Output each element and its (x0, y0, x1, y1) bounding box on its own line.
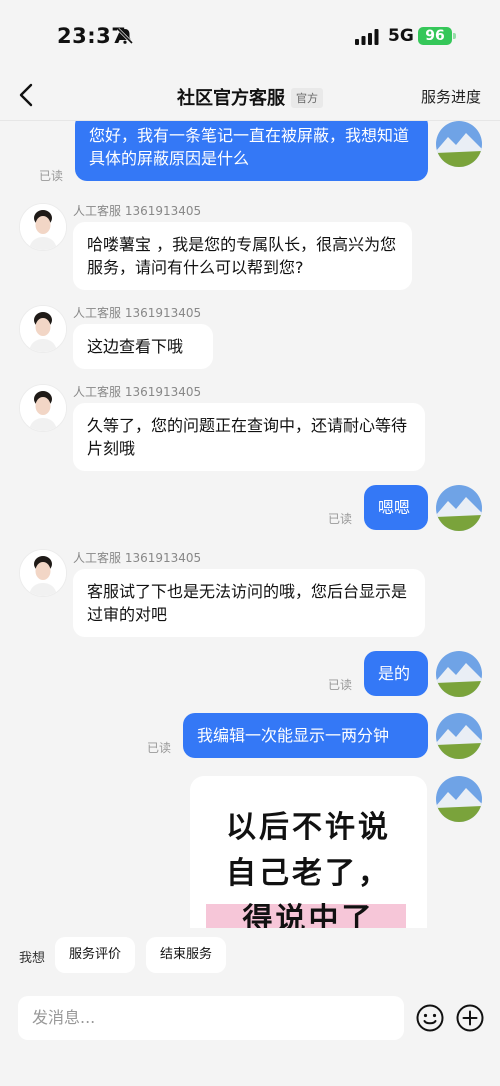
service-progress-button[interactable]: 服务进度 (421, 86, 481, 107)
user-avatar[interactable] (436, 121, 482, 167)
message-bubble-incoming[interactable]: 客服试了下也是无法访问的哦，您后台显示是过审的对吧 (73, 569, 425, 637)
message-bubble-outgoing[interactable]: 我编辑一次能显示一两分钟 (183, 713, 428, 758)
battery-tip (453, 33, 456, 39)
read-receipt: 已读 (39, 169, 64, 183)
message-bubble-incoming[interactable]: 这边查看下哦 (73, 324, 213, 369)
nav-bar: 社区官方客服 官方 服务进度 (0, 70, 500, 121)
agent-portrait-image (20, 306, 66, 352)
landscape-avatar-image (436, 713, 482, 759)
sender-label: 人工客服 1361913405 (73, 204, 202, 218)
agent-avatar[interactable] (19, 384, 67, 432)
agent-portrait-image (20, 204, 66, 250)
network-type: 5G (388, 26, 414, 46)
sticker-text-line: 以后不许说 (226, 810, 391, 845)
landscape-avatar-image (436, 485, 482, 531)
agent-avatar[interactable] (19, 203, 67, 251)
sender-label: 人工客服 1361913405 (73, 551, 202, 565)
user-avatar[interactable] (436, 651, 482, 697)
sender-label: 人工客服 1361913405 (73, 385, 202, 399)
emoji-icon[interactable] (415, 1003, 445, 1033)
plus-icon[interactable] (455, 1003, 485, 1033)
official-badge: 官方 (291, 88, 323, 108)
page-title: 社区官方客服 (177, 88, 285, 109)
quick-action-label: 我想 (19, 951, 46, 966)
message-bubble-outgoing[interactable]: 是的 (364, 651, 428, 696)
chat-list[interactable]: 已读 您好，我有一条笔记一直在被屏蔽，我想知道具体的屏蔽原因是什么 人工客服 1… (0, 121, 500, 931)
message-bubble-outgoing[interactable]: 您好，我有一条笔记一直在被屏蔽，我想知道具体的屏蔽原因是什么 (75, 121, 428, 181)
sticker-text-line: 得说中了 (242, 902, 375, 931)
end-service-button[interactable]: 结束服务 (146, 937, 227, 973)
user-avatar[interactable] (436, 776, 482, 822)
message-input[interactable]: 发消息... (18, 996, 404, 1040)
battery-icon: 96 (418, 27, 452, 45)
read-receipt: 已读 (328, 678, 353, 692)
muted-bell-icon (116, 27, 134, 45)
user-avatar[interactable] (436, 485, 482, 531)
landscape-avatar-image (436, 651, 482, 697)
signal-icon (355, 29, 379, 45)
sticker-text-line: 自己老了， (226, 856, 391, 891)
read-receipt: 已读 (328, 512, 353, 526)
agent-portrait-image (20, 550, 66, 596)
rate-service-button[interactable]: 服务评价 (55, 937, 136, 973)
read-receipt: 已读 (147, 741, 172, 755)
bottom-bar: 我想 服务评价 结束服务 发消息... (0, 928, 500, 1086)
message-bubble-outgoing[interactable]: 嗯嗯 (364, 485, 428, 530)
message-bubble-incoming[interactable]: 哈喽薯宝 ，我是您的专属队长，很高兴为您服务，请问有什么可以帮到您? (73, 222, 412, 290)
sticker-image-message[interactable]: 以后不许说 自己老了， 得说中了 (190, 776, 427, 931)
agent-portrait-image (20, 385, 66, 431)
sender-label: 人工客服 1361913405 (73, 306, 202, 320)
agent-avatar[interactable] (19, 305, 67, 353)
landscape-avatar-image (436, 776, 482, 822)
message-bubble-incoming[interactable]: 久等了，您的问题正在查询中，还请耐心等待片刻哦 (73, 403, 425, 471)
user-avatar[interactable] (436, 713, 482, 759)
agent-avatar[interactable] (19, 549, 67, 597)
landscape-avatar-image (436, 121, 482, 167)
status-bar: 23:37 5G 96 (0, 0, 500, 70)
